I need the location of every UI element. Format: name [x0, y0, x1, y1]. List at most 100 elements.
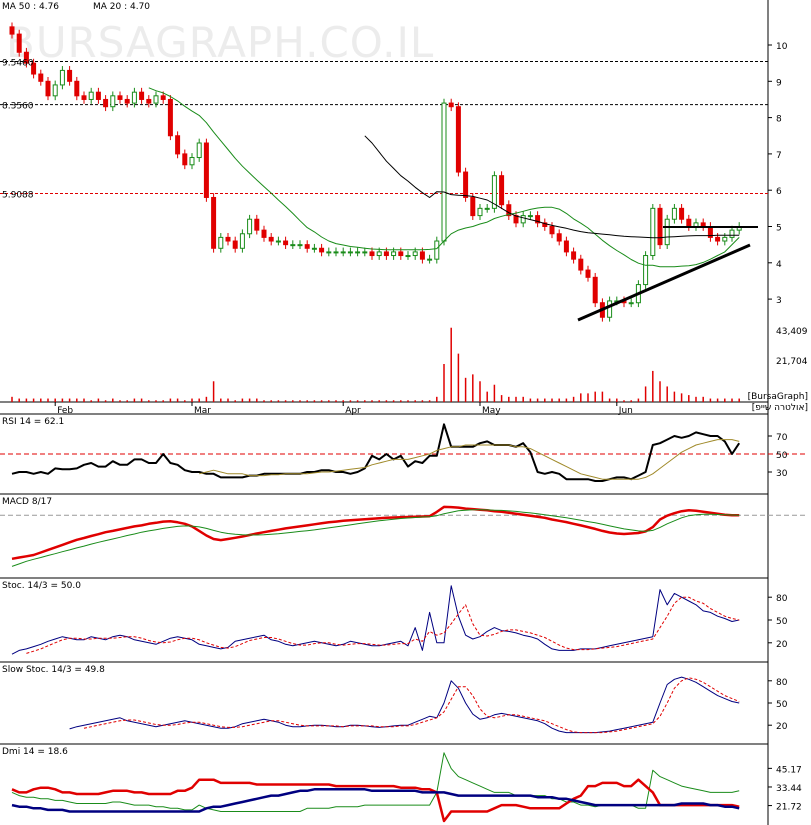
candle-body: [362, 251, 368, 254]
indicator-tick-label: 50: [776, 451, 788, 461]
candle-body: [196, 142, 202, 159]
y-tick-label: 5: [776, 224, 782, 234]
indicator-tick-label: 80: [776, 678, 788, 688]
volume-tick-label: 21,704: [776, 357, 808, 367]
candle-body: [211, 196, 217, 249]
candle-body: [247, 218, 253, 235]
candle-body: [376, 251, 382, 257]
indicator-tick-label: 20: [776, 722, 788, 732]
x-tick-label-may: May: [482, 406, 501, 416]
candle-body: [95, 91, 101, 100]
candle-body: [290, 244, 296, 247]
indicator-title: MACD 8/17: [2, 497, 52, 507]
candle-body: [470, 196, 476, 217]
candle-body: [52, 84, 58, 97]
candle-body: [311, 247, 317, 250]
candle-body: [419, 251, 425, 260]
watermark: BURSAGRAPH.CO.IL: [6, 18, 434, 67]
candle-body: [355, 251, 361, 254]
candle-body: [664, 218, 670, 246]
candle-body: [45, 80, 51, 97]
candle-body: [369, 251, 375, 257]
price-ref-label: 5.9088: [2, 191, 34, 201]
x-tick-label-apr: Apr: [345, 406, 361, 416]
indicator-tick-label: 70: [776, 433, 788, 443]
candle-body: [218, 236, 224, 249]
price-ref-label: 8.3560: [2, 102, 34, 112]
candle-body: [671, 207, 677, 220]
indicator-tick-label: 50: [776, 700, 788, 710]
y-tick-label: 10: [776, 42, 788, 52]
candle-body: [268, 236, 274, 242]
indicator-tick-label: 50: [776, 617, 788, 627]
candle-body: [679, 207, 685, 220]
candle-body: [117, 95, 123, 100]
indicator-title: Slow Stoc. 14/3 = 49.8: [2, 665, 105, 675]
candle-body: [283, 240, 289, 246]
y-tick-label: 8: [776, 115, 782, 125]
candle-body: [232, 240, 238, 249]
candle-body: [189, 157, 195, 166]
candle-body: [67, 69, 73, 82]
indicator-tick-label: 45.17: [776, 765, 802, 775]
candle-body: [146, 98, 152, 104]
candle-body: [131, 91, 137, 104]
candle-body: [463, 171, 469, 198]
candle-body: [16, 33, 22, 53]
candle-body: [261, 229, 267, 238]
candle-body: [175, 135, 181, 155]
x-tick-label-jun: Jun: [618, 406, 633, 416]
indicator-tick-label: 33.44: [776, 784, 802, 794]
candle-body: [412, 251, 418, 257]
candle-body: [398, 251, 404, 257]
candle-body: [427, 258, 433, 261]
indicator-title: Dmi 14 = 18.6: [2, 747, 68, 757]
candle-body: [556, 233, 562, 242]
price-ref-label: 9.5460: [2, 58, 34, 68]
legend-ma50: MA 50 : 4.76: [2, 2, 59, 12]
candle-body: [59, 69, 65, 86]
candle-body: [304, 244, 310, 249]
candle-body: [225, 236, 231, 242]
candle-body: [563, 240, 569, 253]
brand-name: [BursaGraph]: [748, 392, 808, 402]
candle-body: [592, 276, 598, 304]
candle-body: [254, 218, 260, 231]
candle-body: [124, 98, 130, 104]
candle-body: [607, 300, 613, 318]
candle-body: [239, 233, 245, 249]
candle-body: [441, 102, 447, 242]
candle-body: [74, 80, 80, 97]
candle-body: [153, 95, 159, 104]
candle-body: [628, 302, 634, 305]
brand-tagline: [אולטרה שייפ]: [752, 403, 808, 413]
candle-body: [477, 207, 483, 217]
y-tick-label: 3: [776, 296, 782, 306]
candle-body: [657, 207, 663, 246]
candle-body: [686, 218, 692, 228]
candle-body: [455, 106, 461, 173]
candle-body: [167, 98, 173, 137]
candle-body: [520, 215, 526, 224]
candle-body: [549, 226, 555, 235]
technical-analysis-chart: BURSAGRAPH.CO.IL Feb Mar Apr May Jun 3 4 5 6 7 8 9 1…: [0, 0, 811, 825]
y-tick-label: 6: [776, 187, 782, 197]
candle-body: [391, 251, 397, 257]
candle-body: [383, 251, 389, 257]
indicator-tick-label: 30: [776, 469, 788, 479]
candle-body: [38, 73, 44, 82]
candle-body: [693, 222, 699, 227]
candle-body: [9, 26, 15, 35]
candle-body: [203, 142, 209, 198]
y-tick-label: 4: [776, 260, 782, 270]
indicator-title: RSI 14 = 62.1: [2, 417, 64, 427]
candle-body: [571, 251, 577, 260]
candle-body: [88, 91, 94, 100]
candle-body: [715, 236, 721, 242]
candle-body: [182, 153, 188, 166]
candle-body: [729, 229, 735, 238]
indicator-tick-label: 80: [776, 594, 788, 604]
candle-body: [585, 269, 591, 278]
candle-body: [319, 247, 325, 253]
indicator-tick-label: 21.72: [776, 803, 802, 813]
